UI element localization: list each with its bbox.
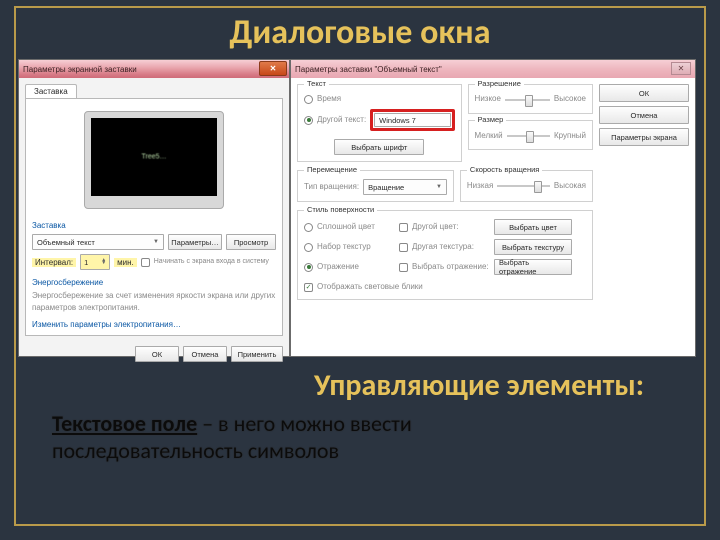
- slide-title: Диалоговые окна: [16, 8, 704, 59]
- ok-button[interactable]: ОК: [599, 84, 689, 102]
- choose-reflection-button[interactable]: Выбрать отражение: [494, 259, 572, 275]
- interval-label: Интервал:: [32, 258, 76, 267]
- grp-speed-legend: Скорость вращения: [467, 165, 542, 174]
- motion-type-combo[interactable]: Вращение ▼: [363, 179, 447, 195]
- radio-reflection-label: Отражение: [317, 261, 395, 273]
- radio-reflection[interactable]: [304, 263, 313, 272]
- custom-text-highlight: Windows 7: [370, 109, 454, 131]
- size-slider[interactable]: [507, 129, 550, 143]
- screensaver-settings-dialog: Параметры экранной заставки ✕ Заставка T…: [18, 59, 290, 357]
- grp-surface-legend: Стиль поверхности: [304, 205, 377, 214]
- choose-color-button[interactable]: Выбрать цвет: [494, 219, 572, 235]
- check-show-glare[interactable]: [304, 283, 313, 292]
- close-button[interactable]: ✕: [259, 61, 287, 76]
- radio-texture-label: Набор текстур: [317, 241, 395, 253]
- grp-resolution-legend: Разрешение: [475, 79, 524, 88]
- close-icon: ✕: [678, 64, 685, 73]
- check-custom-texture[interactable]: [399, 243, 408, 252]
- custom-text-value: Windows 7: [379, 116, 416, 125]
- slide-frame: Диалоговые окна Параметры экранной заста…: [14, 6, 706, 526]
- size-large-label: Крупный: [554, 130, 586, 142]
- tab-screensaver[interactable]: Заставка: [25, 84, 77, 98]
- screensaver-combo[interactable]: Объемный текст ▼: [32, 234, 164, 250]
- radio-custom-label: Другой текст:: [317, 114, 366, 126]
- check-custom-reflection[interactable]: [399, 263, 408, 272]
- power-text: Энергосбережение за счет изменения яркос…: [32, 290, 276, 314]
- preview-button[interactable]: Просмотр: [226, 234, 276, 250]
- cancel-button[interactable]: Отмена: [183, 346, 227, 362]
- custom-text-input[interactable]: Windows 7: [374, 113, 450, 127]
- radio-solid-label: Сплошной цвет: [317, 221, 395, 233]
- grp-text-legend: Текст: [304, 79, 329, 88]
- check-custom-color[interactable]: [399, 223, 408, 232]
- check-show-glare-label: Отображать световые блики: [317, 281, 423, 293]
- interval-unit: мин.: [114, 258, 137, 267]
- chevron-down-icon: ▼: [436, 184, 442, 190]
- interval-value: 1: [84, 258, 88, 267]
- slide-body: Текстовое поле – в него можно ввести пос…: [16, 408, 704, 464]
- check-custom-reflection-label: Выбрать отражение:: [412, 261, 490, 273]
- speed-slider[interactable]: [497, 179, 550, 193]
- radio-custom-text[interactable]: [304, 116, 313, 125]
- radio-time-label: Время: [317, 93, 341, 105]
- interval-spinner[interactable]: 1 ▲▼: [80, 254, 110, 270]
- params-button[interactable]: Параметры…: [168, 234, 222, 250]
- body-rest2: последовательность символов: [52, 437, 704, 464]
- speed-high-label: Высокая: [554, 180, 586, 192]
- size-small-label: Мелкий: [475, 130, 503, 142]
- radio-solid-color[interactable]: [304, 223, 313, 232]
- ok-button[interactable]: ОК: [135, 346, 179, 362]
- resolution-slider[interactable]: [505, 93, 550, 107]
- power-section-label: Энергосбережение: [32, 278, 276, 287]
- radio-time[interactable]: [304, 95, 313, 104]
- resume-checkbox[interactable]: [141, 258, 150, 267]
- dlg1-title-text: Параметры экранной заставки: [23, 65, 137, 74]
- res-low-label: Низкое: [475, 93, 501, 105]
- grp-size-legend: Размер: [475, 115, 507, 124]
- body-rest1: – в него можно ввести: [197, 410, 412, 437]
- close-button[interactable]: ✕: [671, 62, 691, 75]
- dlg2-title-text: Параметры заставки "Объемный текст": [295, 65, 442, 74]
- cancel-button[interactable]: Отмена: [599, 106, 689, 124]
- combo-value: Объемный текст: [37, 238, 95, 247]
- choose-texture-button[interactable]: Выбрать текстуру: [494, 239, 572, 255]
- dlg1-titlebar[interactable]: Параметры экранной заставки ✕: [19, 60, 289, 78]
- 3dtext-settings-dialog: Параметры заставки "Объемный текст" ✕ ОК…: [290, 59, 696, 357]
- screensaver-section-label: Заставка: [32, 221, 276, 230]
- check-custom-color-label: Другой цвет:: [412, 221, 490, 233]
- chevron-down-icon: ▼: [153, 239, 159, 245]
- motion-type-label: Тип вращения:: [304, 181, 359, 193]
- grp-motion-legend: Перемещение: [304, 165, 360, 174]
- check-custom-texture-label: Другая текстура:: [412, 241, 490, 253]
- spinner-arrows-icon: ▲▼: [101, 259, 106, 265]
- dlg2-titlebar[interactable]: Параметры заставки "Объемный текст" ✕: [291, 60, 695, 78]
- radio-texture[interactable]: [304, 243, 313, 252]
- monitor-preview: Tree5…: [84, 111, 224, 209]
- close-icon: ✕: [270, 64, 277, 73]
- speed-low-label: Низкая: [467, 180, 493, 192]
- resume-label: Начинать с экрана входа в систему: [154, 257, 269, 268]
- power-link[interactable]: Изменить параметры электропитания…: [32, 320, 276, 329]
- apply-button[interactable]: Применить: [231, 346, 283, 362]
- choose-font-button[interactable]: Выбрать шрифт: [334, 139, 424, 155]
- preview-text: Tree5…: [141, 154, 166, 161]
- res-high-label: Высокое: [554, 93, 586, 105]
- motion-type-value: Вращение: [368, 183, 404, 192]
- display-params-button[interactable]: Параметры экрана: [599, 128, 689, 146]
- body-term: Текстовое поле: [52, 410, 197, 437]
